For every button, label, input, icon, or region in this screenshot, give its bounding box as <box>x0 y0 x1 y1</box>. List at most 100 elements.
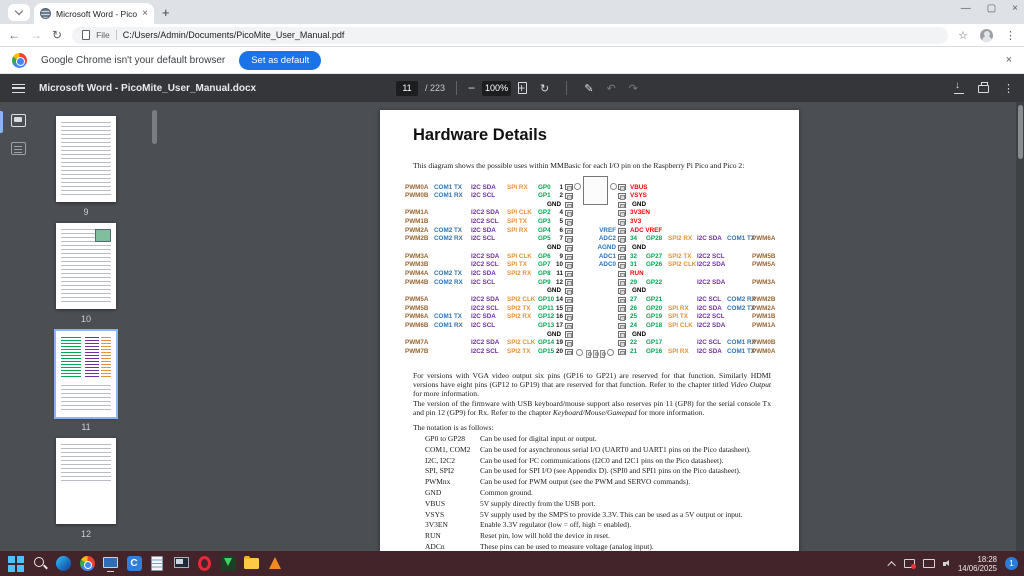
annotate-pen-icon[interactable]: ✎ <box>584 82 593 95</box>
definition-text: Can be used for I²C communications (I2C0… <box>480 456 780 465</box>
definition-text: Common ground. <box>480 488 780 497</box>
main-scrollbar[interactable] <box>1016 102 1024 551</box>
pin-label: GP20 <box>646 305 668 314</box>
chevron-down-icon <box>15 7 23 15</box>
reload-button[interactable]: ↻ <box>52 28 62 42</box>
pin-pad <box>565 314 573 320</box>
pin-label: SPI2 TX <box>668 253 696 262</box>
url-scheme-label: File <box>96 30 110 40</box>
rotate-icon[interactable]: ↻ <box>540 82 549 95</box>
pin-label: COM2 TX <box>434 227 470 236</box>
window-maximize-button[interactable]: ▢ <box>987 3 996 14</box>
pin-label: SPI2 CLK <box>507 296 537 305</box>
undo-icon[interactable]: ↶ <box>606 82 615 95</box>
display-tray-icon[interactable] <box>923 559 935 568</box>
pin-label: SPI RX <box>507 227 537 236</box>
profile-avatar[interactable] <box>980 29 993 42</box>
swd-pad <box>593 350 598 358</box>
swd-pad <box>600 350 605 358</box>
taskbar-edge-browser-icon[interactable] <box>55 555 72 572</box>
pin-label: VBUS <box>630 184 750 193</box>
taskbar-start-icon[interactable] <box>8 555 25 572</box>
back-button[interactable]: ← <box>8 28 20 42</box>
pdf-menu-icon[interactable] <box>12 84 25 93</box>
pin-label: COM1 TX <box>434 184 470 193</box>
pin-label: GND <box>632 287 672 296</box>
zoom-level-input[interactable]: 100% <box>482 81 511 96</box>
banner-close-icon[interactable]: × <box>1006 54 1012 66</box>
pin-label: GP17 <box>646 339 668 348</box>
pin-label: 20 <box>548 348 563 357</box>
fit-to-page-icon[interactable] <box>518 82 527 94</box>
system-tray: 18:28 14/06/2025 1 <box>890 551 1018 576</box>
redo-icon[interactable]: ↷ <box>629 82 638 95</box>
taskbar-opera-icon[interactable] <box>196 555 213 572</box>
thumbnail-page-number: 11 <box>56 422 116 432</box>
tray-expand-icon[interactable] <box>887 561 895 569</box>
recorder-tray-icon[interactable] <box>904 559 915 568</box>
pin-pad <box>618 349 626 355</box>
print-icon[interactable] <box>978 85 989 93</box>
address-bar[interactable]: File C:/Users/Admin/Documents/PicoMite_U… <box>72 27 948 44</box>
pin-label: I2C SDA <box>471 227 506 236</box>
page-number-input[interactable]: 11 <box>396 81 418 96</box>
tab-close-icon[interactable]: × <box>142 8 148 19</box>
pin-pad <box>618 210 626 216</box>
bookmark-star-icon[interactable]: ☆ <box>958 29 968 42</box>
taskbar-chrome-icon[interactable] <box>79 555 96 572</box>
clock[interactable]: 18:28 14/06/2025 <box>958 555 997 573</box>
pin-label: GND <box>510 287 561 296</box>
tab-title: Microsoft Word - PicoMite_Us... <box>56 9 137 19</box>
taskbar-notepad-icon[interactable] <box>149 555 166 572</box>
pin-label: GND <box>510 331 561 340</box>
pin-label: ADC2 <box>576 235 616 244</box>
download-icon[interactable] <box>954 83 964 93</box>
taskbar-file-explorer-icon[interactable] <box>243 555 260 572</box>
pin-label: 14 <box>548 296 563 305</box>
pin-pad <box>618 228 626 234</box>
volume-icon[interactable] <box>943 560 950 567</box>
definition-text: 5V supply used by the SMPS to provide 3.… <box>480 510 780 519</box>
taskbar-display-app-icon[interactable] <box>102 555 119 572</box>
pin-label: SPI2 TX <box>507 305 537 314</box>
pin-label: I2C SDA <box>697 305 726 314</box>
scrollbar-thumb[interactable] <box>1018 105 1023 159</box>
taskbar-search-icon[interactable] <box>32 555 49 572</box>
window-minimize-button[interactable]: — <box>961 3 971 14</box>
definition-text: These pins can be used to measure voltag… <box>480 542 780 551</box>
thumbnails-view-icon[interactable] <box>11 114 26 127</box>
page-thumbnail-9[interactable] <box>56 116 116 202</box>
taskbar-remote-pc-icon[interactable] <box>173 555 190 572</box>
pin-label: 27 <box>630 296 644 305</box>
browser-menu-icon[interactable]: ⋮ <box>1005 29 1016 42</box>
mounting-hole <box>574 183 581 190</box>
pin-label: SPI CLK <box>668 322 696 331</box>
notification-badge[interactable]: 1 <box>1005 557 1018 570</box>
pdf-doc-title: Microsoft Word - PicoMite_User_Manual.do… <box>39 83 256 94</box>
new-tab-button[interactable]: + <box>162 5 170 20</box>
pin-label: I2C2 SDA <box>697 322 726 331</box>
pin-pad <box>618 202 626 208</box>
window-close-button[interactable]: × <box>1012 3 1018 14</box>
set-as-default-button[interactable]: Set as default <box>239 51 321 70</box>
pdf-more-icon[interactable]: ⋮ <box>1003 82 1014 95</box>
pin-pad <box>565 193 573 199</box>
pin-label: I2C2 SDA <box>697 279 726 288</box>
page-thumbnail-10[interactable] <box>56 223 116 309</box>
page-thumbnail-12[interactable] <box>56 438 116 524</box>
taskbar-vlc-icon[interactable] <box>267 555 284 572</box>
outline-view-icon[interactable] <box>11 142 26 155</box>
page-thumbnail-11[interactable] <box>56 331 116 417</box>
taskbar-c-app-icon[interactable]: C <box>126 555 143 572</box>
taskbar-download-manager-icon[interactable] <box>220 555 237 572</box>
zoom-out-button[interactable]: − <box>468 81 475 95</box>
sidebar-scrollbar[interactable] <box>152 110 157 144</box>
sidebar-view-switcher <box>0 102 36 551</box>
browser-tab[interactable]: Microsoft Word - PicoMite_Us... × <box>34 3 154 24</box>
pin-pad <box>618 254 626 260</box>
pin-label: 26 <box>630 305 644 314</box>
forward-button[interactable]: → <box>30 28 42 42</box>
thumbnail-page-number: 12 <box>56 529 116 539</box>
tab-list-button[interactable] <box>8 4 30 21</box>
pin-label: COM2 RX <box>727 296 751 305</box>
